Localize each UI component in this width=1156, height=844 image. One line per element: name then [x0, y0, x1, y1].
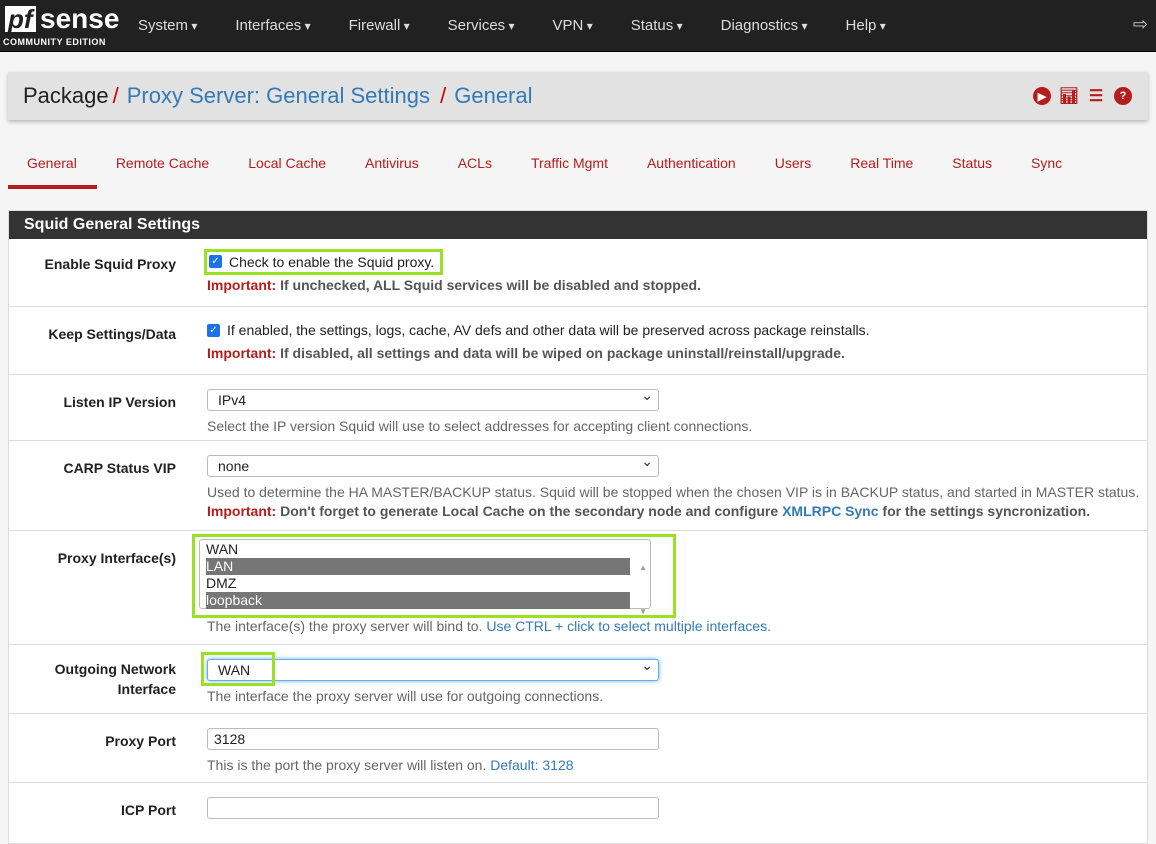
scrollbar[interactable]: ▲ ▼	[639, 546, 647, 634]
breadcrumb-root: Package	[23, 83, 109, 108]
highlight-box	[201, 652, 275, 686]
tab-acls[interactable]: ACLs	[439, 150, 512, 189]
list-icon[interactable]: ☰	[1087, 87, 1105, 105]
tab-authentication[interactable]: Authentication	[628, 150, 756, 189]
breadcrumb-page[interactable]: General	[454, 83, 532, 109]
menu-system[interactable]: System	[138, 17, 197, 34]
label: Keep Settings/Data	[48, 326, 176, 342]
menu-help[interactable]: Help	[846, 17, 886, 34]
proxy-port-input[interactable]: 3128	[207, 728, 659, 750]
play-icon[interactable]: ▶	[1033, 87, 1051, 105]
navbar: pfsenseCOMMUNITY EDITION System Interfac…	[0, 0, 1156, 52]
xmlrpc-sync-link[interactable]: XMLRPC Sync	[782, 503, 878, 519]
chart-icon[interactable]: 📊︎	[1059, 87, 1079, 105]
logout-icon[interactable]: ⇨	[1133, 14, 1148, 35]
pfsense-logo[interactable]: pf sense COMMUNITY EDITION	[0, 0, 119, 52]
row-outgoing-interface: Outgoing NetworkInterface WAN The interf…	[9, 645, 1147, 714]
label: Listen IP Version	[63, 394, 176, 410]
help-icon[interactable]: ?	[1114, 87, 1132, 105]
carp-vip-select[interactable]: none	[207, 451, 659, 477]
tab-general[interactable]: General	[8, 150, 97, 189]
label: CARP Status VIP	[63, 460, 176, 476]
panel-title: Squid General Settings	[9, 211, 1147, 239]
enable-squid-checkbox[interactable]: ✓ Check to enable the Squid proxy.	[203, 248, 444, 275]
menu-interfaces[interactable]: Interfaces	[235, 17, 310, 34]
tab-traffic-mgmt[interactable]: Traffic Mgmt	[512, 150, 628, 189]
tab-users[interactable]: Users	[756, 150, 832, 189]
row-keep-settings: Keep Settings/Data ✓ If enabled, the sett…	[9, 307, 1147, 375]
row-proxy-port: Proxy Port 3128 This is the port the pro…	[9, 714, 1147, 783]
tab-real-time[interactable]: Real Time	[831, 150, 933, 189]
menu-status[interactable]: Status	[631, 17, 683, 34]
row-carp-vip: CARP Status VIP none Used to determine t…	[9, 441, 1147, 531]
breadcrumb: Package / Proxy Server: General Settings …	[8, 72, 1148, 120]
menu-diagnostics[interactable]: Diagnostics	[721, 17, 808, 34]
label: Enable Squid Proxy	[44, 256, 176, 272]
label: Proxy Port	[105, 733, 176, 749]
tab-local-cache[interactable]: Local Cache	[229, 150, 346, 189]
option-loopback[interactable]: loopback	[206, 592, 630, 609]
tab-remote-cache[interactable]: Remote Cache	[97, 150, 229, 189]
ip-version-select[interactable]: IPv4	[207, 385, 659, 411]
row-icp-port: ICP Port	[9, 783, 1147, 843]
icp-port-input[interactable]	[207, 797, 659, 819]
label: Proxy Interface(s)	[57, 550, 176, 566]
tab-antivirus[interactable]: Antivirus	[346, 150, 439, 189]
option-lan[interactable]: LAN	[206, 558, 630, 575]
tab-sync[interactable]: Sync	[1012, 150, 1082, 189]
settings-panel: Squid General Settings Enable Squid Prox…	[8, 210, 1148, 844]
menu-services[interactable]: Services	[448, 17, 515, 34]
keep-settings-checkbox[interactable]: ✓ If enabled, the settings, logs, cache, …	[207, 322, 1147, 338]
label: ICP Port	[121, 802, 176, 818]
menu-firewall[interactable]: Firewall	[349, 17, 410, 34]
menu-vpn[interactable]: VPN	[553, 17, 593, 34]
checkmark-icon: ✓	[209, 255, 222, 268]
checkmark-icon: ✓	[207, 323, 220, 337]
tab-status[interactable]: Status	[933, 150, 1012, 189]
option-wan[interactable]: WAN	[206, 541, 630, 558]
outgoing-interface-select[interactable]: WAN	[207, 655, 659, 681]
row-ip-version: Listen IP Version IPv4 Select the IP ver…	[9, 375, 1147, 441]
proxy-interfaces-multiselect[interactable]: WAN LAN DMZ loopback ▲ ▼	[199, 539, 651, 616]
breadcrumb-section[interactable]: Proxy Server: General Settings	[127, 83, 430, 109]
option-dmz[interactable]: DMZ	[206, 575, 630, 592]
row-proxy-interfaces: Proxy Interface(s) WAN LAN DMZ loopback …	[9, 531, 1147, 645]
row-enable-squid: Enable Squid Proxy ✓ Check to enable the …	[9, 239, 1147, 307]
tab-bar: General Remote Cache Local Cache Antivir…	[8, 150, 1082, 189]
